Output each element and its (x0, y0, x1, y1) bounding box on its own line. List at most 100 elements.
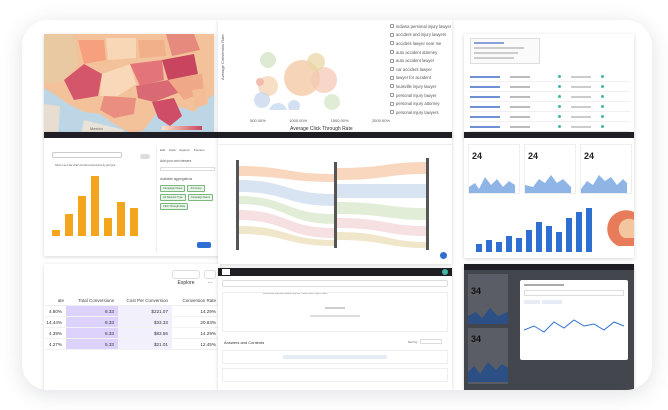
x-tick: 1000.00% (289, 118, 308, 123)
table-cell: 12.45% (200, 342, 216, 347)
table-row[interactable]: 14.44% 8.33 $33.33 20.83% (44, 317, 220, 328)
panel-subtitle: Available aggregations (160, 177, 193, 181)
legend-label: auto accident attorney (396, 49, 438, 55)
table-cell: $21.01 (118, 339, 172, 349)
table-row[interactable]: 4.80% 8.33 $221.07 14.29% (44, 306, 220, 317)
aggregation-chip[interactable]: Ad Network Type (160, 194, 186, 201)
legend-label: accident lawyer near me (396, 40, 442, 46)
top-nav (464, 132, 634, 138)
list-item[interactable] (470, 92, 630, 102)
bar-chart-tile[interactable]: Show me a bar chart of total conversions… (44, 132, 220, 256)
legend-item[interactable]: louisville injury lawyer (390, 82, 452, 91)
legend-item[interactable]: personal injury lawyers (390, 108, 452, 117)
status-badge (558, 85, 561, 88)
dark-area-chart (468, 308, 508, 324)
map-tile[interactable]: Mexico (44, 34, 214, 138)
data-table: ate Total Conversions Cost Per Conversio… (44, 296, 220, 350)
list-tile[interactable] (464, 34, 634, 138)
aggregation-chip[interactable]: Click Through Rate (160, 203, 189, 210)
legend-label: accident and injury lawyers (396, 32, 447, 38)
save-button[interactable]: Save (197, 242, 211, 256)
list-rows (470, 72, 630, 132)
panel-value: 34 (471, 334, 482, 344)
ask-tile[interactable]: What are people searching for most often… (218, 268, 452, 390)
explore-button[interactable]: Explore (172, 270, 200, 286)
legend-item[interactable]: personal injury attorney (390, 99, 452, 108)
legend-item[interactable]: lawyer for accident (390, 74, 452, 83)
status-badge (601, 95, 604, 98)
sankey-tile[interactable] (218, 132, 452, 264)
aggregation-chip[interactable]: Campaign Name (187, 194, 214, 201)
list-item[interactable] (470, 72, 630, 82)
table-row[interactable]: 4.27% 5.33 $21.01 12.45% (44, 339, 220, 350)
kpi-area-chart (469, 177, 515, 193)
status-badge (558, 95, 561, 98)
top-nav (218, 268, 452, 276)
tab-edit[interactable]: Edit (160, 148, 165, 153)
legend-item[interactable]: car accident lawyer (390, 65, 452, 74)
legend-swatch (390, 50, 394, 55)
legend-item[interactable]: accident lawyer near me (390, 39, 452, 48)
toggle[interactable] (140, 154, 150, 159)
answer-row (222, 350, 448, 364)
answer-row (222, 368, 448, 382)
tab-preview[interactable]: Preview (194, 148, 205, 153)
left-panel-2: 34 (468, 328, 508, 384)
query-bar[interactable]: Show me a bar chart of total conversions… (52, 152, 122, 167)
kpi-tile[interactable]: 24 24 24 (464, 132, 634, 258)
bar (576, 212, 582, 252)
table-tile[interactable]: Explore ··· ate Total Conversions Cost P… (44, 264, 220, 390)
status-badge (601, 125, 604, 128)
bubble (256, 78, 264, 86)
list-item[interactable] (470, 82, 630, 92)
modal-tile[interactable]: 34 34 (464, 264, 634, 390)
text-placeholder (571, 75, 591, 78)
legend-label: louisville injury lawyer (396, 83, 437, 89)
bar (566, 218, 572, 252)
bubble (269, 103, 287, 110)
table-cell: 14.29% (200, 309, 216, 314)
bubble (254, 92, 270, 108)
modal-line-chart (524, 319, 624, 333)
bar (546, 226, 552, 252)
link-placeholder (470, 95, 500, 98)
bar (52, 230, 60, 236)
us-choropleth-map (44, 34, 214, 138)
sort-dropdown[interactable] (420, 339, 442, 344)
kpi-card: 24 (580, 144, 632, 194)
list-item[interactable] (470, 112, 630, 122)
help-button[interactable] (440, 252, 447, 259)
aggregation-chip[interactable]: Ad Group (187, 185, 205, 192)
list-item[interactable] (470, 102, 630, 112)
tab-explore[interactable]: Explore (180, 148, 190, 153)
text-placeholder (571, 85, 591, 88)
table-cell: 20.83% (200, 320, 216, 325)
tab-data[interactable]: Data (169, 148, 175, 153)
legend-label: personal injury lawyers (396, 109, 439, 115)
bar (130, 208, 138, 236)
modal-dialog[interactable] (520, 280, 628, 360)
scatter-tile[interactable]: Average Conversion Rate 500.00% 1000.00%… (218, 20, 452, 138)
legend-item[interactable]: personal injury lawyer (390, 91, 452, 100)
legend-item[interactable]: auto accident lawyer (390, 56, 452, 65)
list-item[interactable] (470, 122, 630, 132)
legend-item[interactable]: accident and injury lawyers (390, 31, 452, 40)
query-text: Show me a bar chart of total conversions… (55, 164, 116, 167)
table-cell: 4.39% (48, 331, 62, 336)
text-placeholder (571, 125, 591, 128)
bubble (260, 52, 276, 68)
table-cell: $83.56 (118, 328, 172, 338)
legend-swatch (390, 24, 394, 29)
table-cell: 14.29% (200, 331, 216, 336)
kpi-area-chart (525, 175, 571, 193)
search-input[interactable]: What are people searching for most often… (222, 280, 448, 295)
legend-item[interactable]: auto accident attorney (390, 48, 452, 57)
legend-item[interactable]: indiana personal injury lawyer (390, 22, 452, 31)
legend-label: auto accident lawyer (396, 58, 435, 64)
top-nav (464, 264, 634, 270)
scatter-y-axis-label: Average Conversion Rate (220, 34, 225, 80)
aggregation-chip[interactable]: Campaign Name (160, 185, 186, 192)
more-button[interactable]: ··· (204, 270, 216, 286)
status-badge (601, 85, 604, 88)
table-row[interactable]: 4.39% 8.33 $83.56 14.29% (44, 328, 220, 339)
